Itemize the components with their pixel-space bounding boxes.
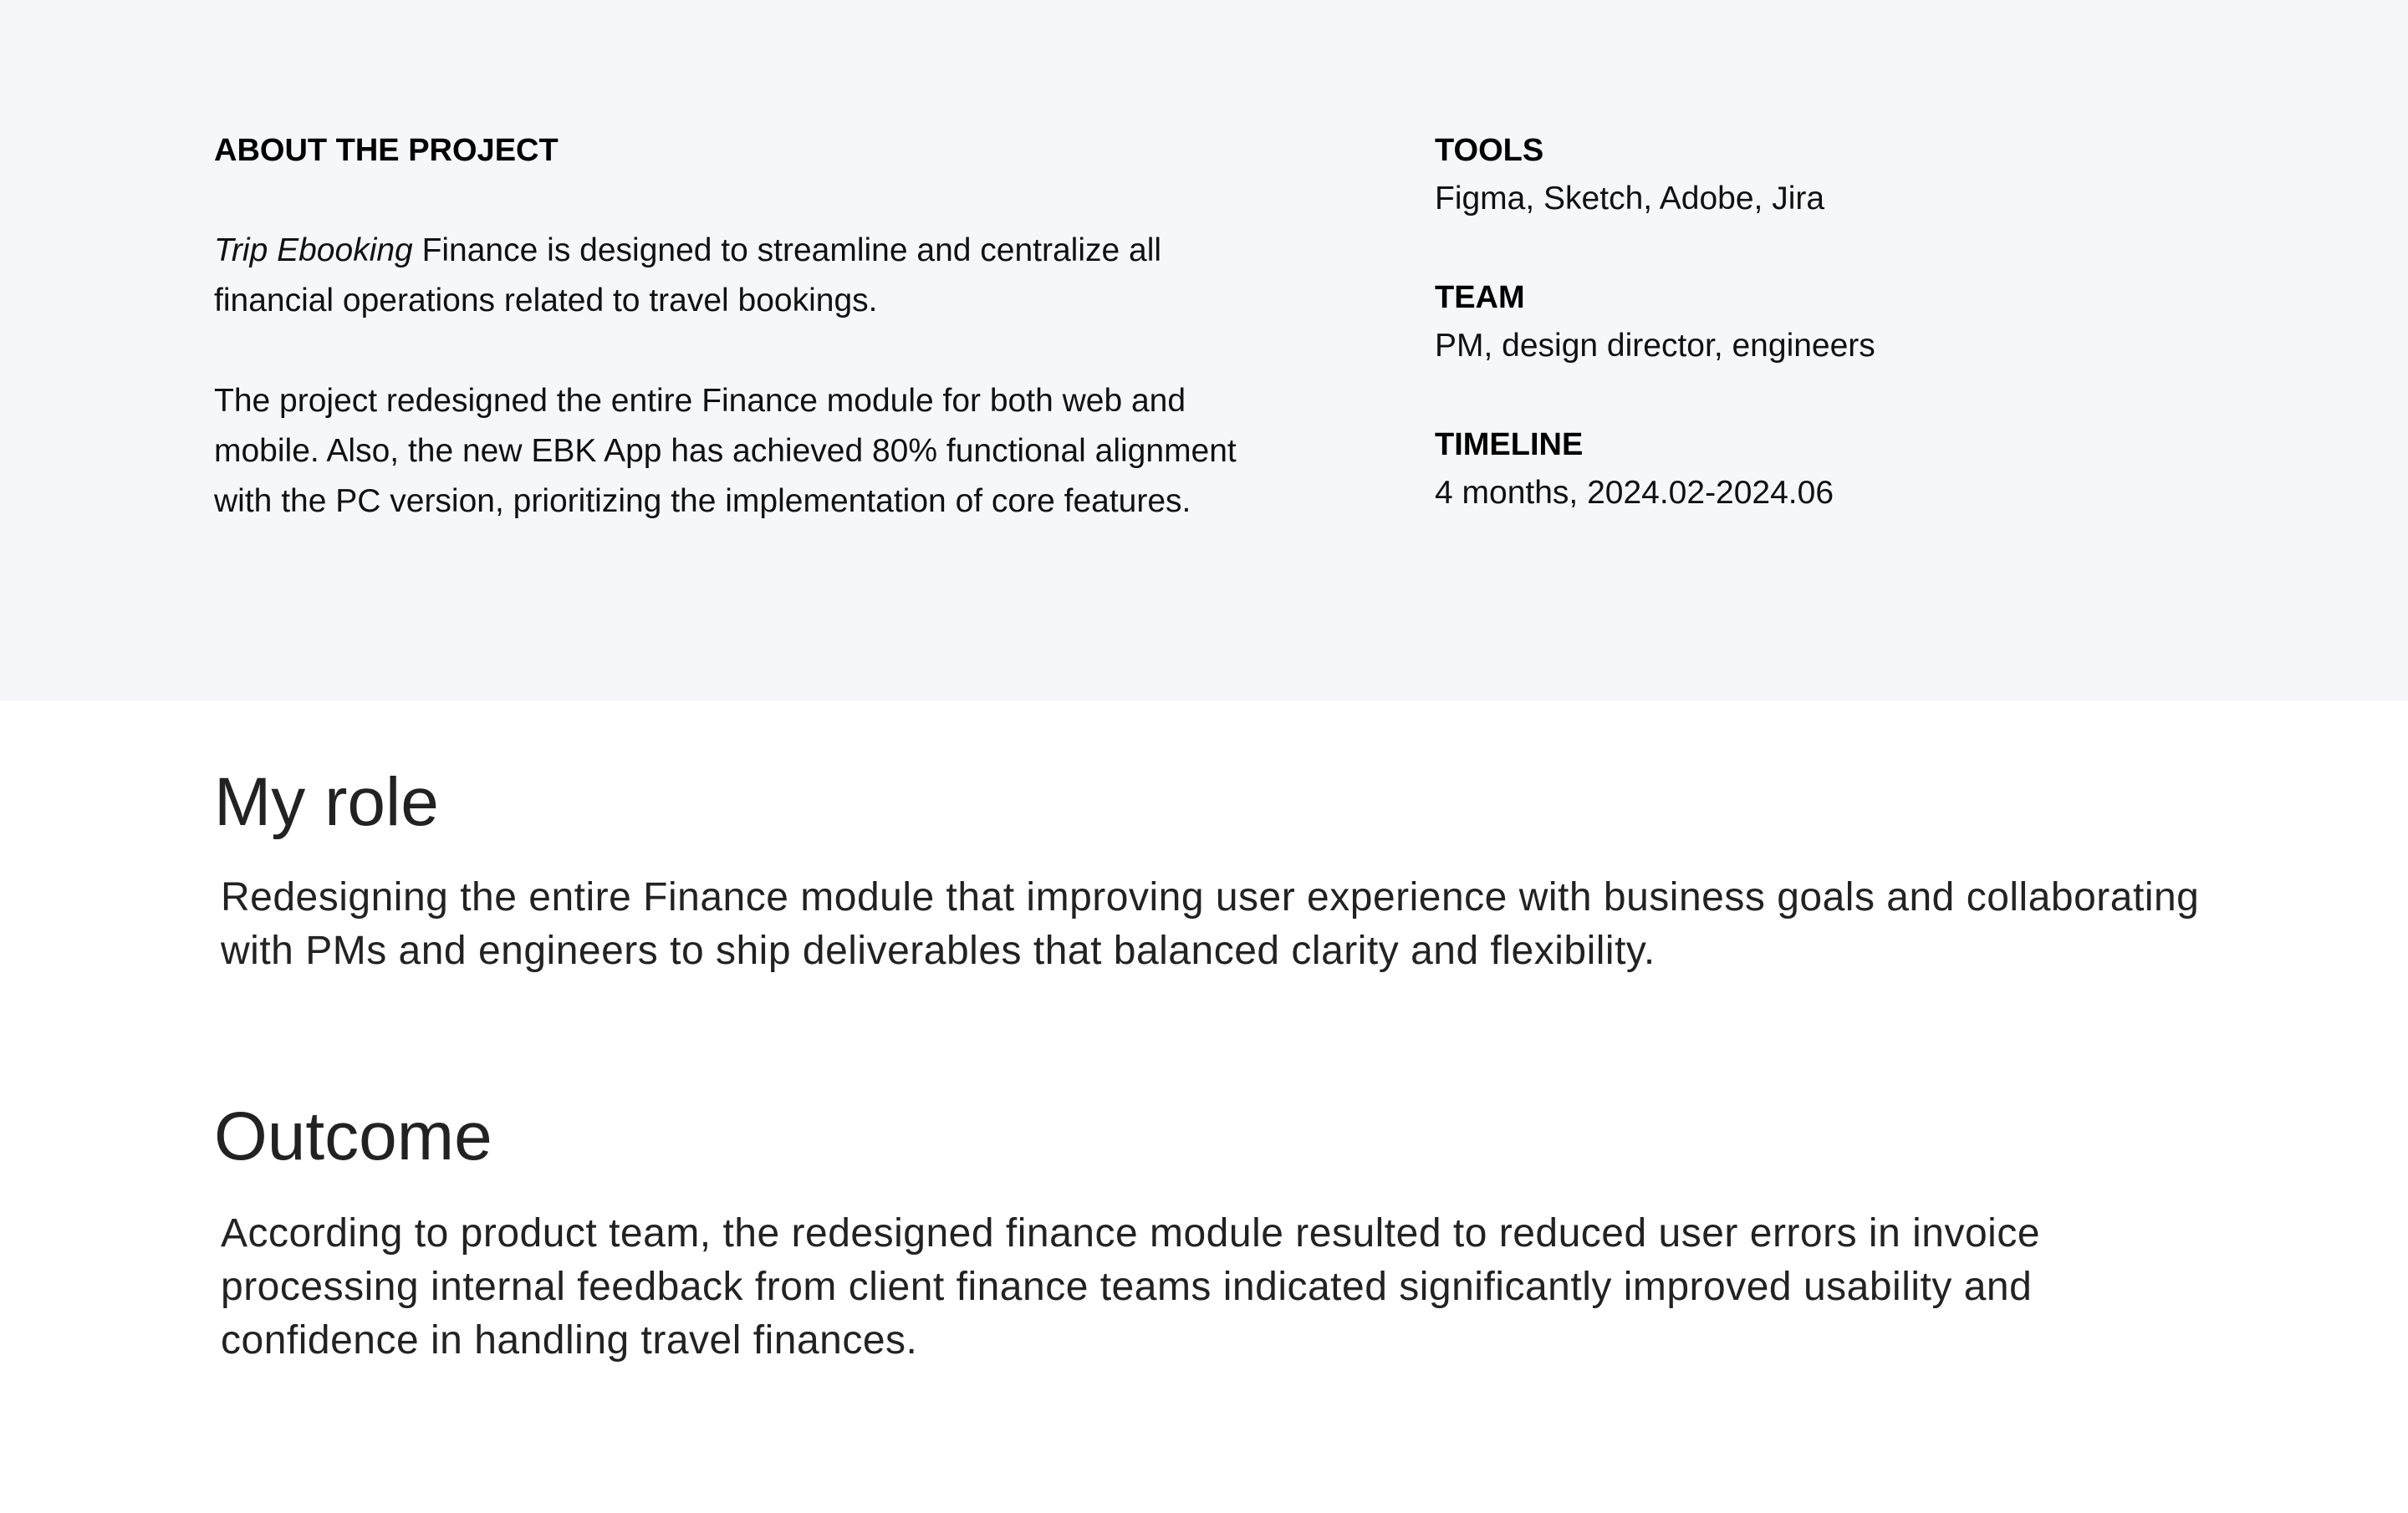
timeline-value: 4 months, 2024.02-2024.06 — [1435, 475, 1834, 511]
product-name: Trip Ebooking — [214, 232, 413, 268]
outcome-heading: Outcome — [214, 1098, 492, 1174]
about-heading: ABOUT THE PROJECT — [214, 133, 559, 168]
team-label: TEAM — [1435, 280, 1525, 315]
team-block: TEAM PM, design director, engineers — [1435, 274, 2271, 371]
tools-block: TOOLS Figma, Sketch, Adobe, Jira — [1435, 127, 2271, 224]
project-meta: TOOLS Figma, Sketch, Adobe, Jira TEAM PM… — [1435, 127, 2271, 568]
about-intro-paragraph: Trip Ebooking Finance is designed to str… — [214, 226, 1268, 326]
about-section: ABOUT THE PROJECT Trip Ebooking Finance … — [0, 0, 2408, 700]
outcome-text: According to product team, the redesigne… — [221, 1211, 2041, 1363]
content-section: My role Redesigning the entire Finance m… — [214, 752, 2221, 1368]
role-heading: My role — [214, 764, 439, 840]
role-text: Redesigning the entire Finance module th… — [221, 875, 2200, 973]
timeline-block: TIMELINE 4 months, 2024.02-2024.06 — [1435, 421, 2271, 518]
page: ABOUT THE PROJECT Trip Ebooking Finance … — [0, 0, 2408, 1513]
timeline-label: TIMELINE — [1435, 427, 1584, 462]
team-value: PM, design director, engineers — [1435, 328, 1875, 364]
about-column: ABOUT THE PROJECT Trip Ebooking Finance … — [214, 127, 1268, 577]
about-detail-paragraph: The project redesigned the entire Financ… — [214, 383, 1237, 519]
tools-value: Figma, Sketch, Adobe, Jira — [1435, 181, 1825, 217]
tools-label: TOOLS — [1435, 133, 1544, 168]
